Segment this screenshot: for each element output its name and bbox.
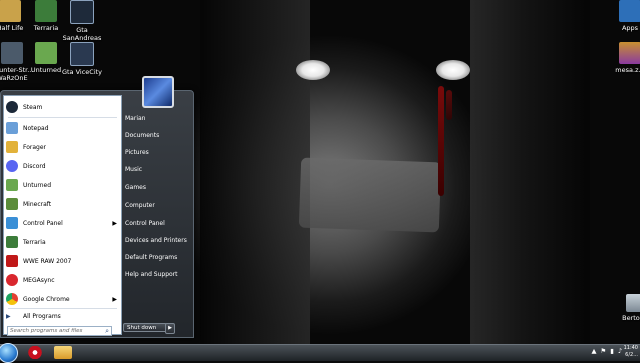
place-computer[interactable]: Computer xyxy=(125,200,155,212)
discord-icon xyxy=(6,160,18,172)
desktop-icon-gta-sa[interactable]: Gta SanAndreas xyxy=(56,0,108,42)
megasync-icon xyxy=(6,274,18,286)
user-avatar[interactable] xyxy=(142,76,174,108)
gta-vc-icon xyxy=(70,42,94,66)
place-documents[interactable]: Documents xyxy=(125,130,159,142)
program-steam[interactable]: Steam xyxy=(4,98,121,116)
wallpaper-eye-left xyxy=(296,60,330,80)
control-panel-icon xyxy=(6,217,18,229)
shutdown-options-chevron-icon[interactable]: ▶ xyxy=(165,323,175,334)
action-center-flag-icon[interactable]: ⚑ xyxy=(600,347,606,355)
place-help-support[interactable]: Help and Support xyxy=(125,269,178,281)
search-icon[interactable]: ⌕ xyxy=(105,327,109,336)
desktop-icon-mesa[interactable]: mesa.z... xyxy=(604,42,640,74)
program-megasync[interactable]: MEGAsync xyxy=(4,271,121,289)
place-devices-printers[interactable]: Devices and Printers xyxy=(125,235,187,247)
program-notepad[interactable]: Notepad xyxy=(4,119,121,137)
place-pictures[interactable]: Pictures xyxy=(125,147,149,159)
wwe-icon xyxy=(6,255,18,267)
place-music[interactable]: Music xyxy=(125,164,142,176)
gta-sa-icon xyxy=(70,0,94,24)
wallpaper-eye-right xyxy=(436,60,470,80)
recycle-bin-icon xyxy=(626,294,640,312)
program-wwe-raw[interactable]: WWE RAW 2007 xyxy=(4,252,121,270)
program-minecraft[interactable]: Minecraft xyxy=(4,195,121,213)
search-input[interactable]: Search programs and files ⌕ xyxy=(7,326,112,336)
wallpaper-hair-right xyxy=(470,0,590,344)
place-default-programs[interactable]: Default Programs xyxy=(125,252,177,264)
start-menu-programs-pane: Steam Notepad Forager Discord Unturned M… xyxy=(3,95,122,336)
program-terraria[interactable]: Terraria xyxy=(4,233,121,251)
half-life-icon xyxy=(0,0,21,22)
wallpaper-blood-streak-2 xyxy=(446,90,452,120)
chevron-right-icon: ▶ xyxy=(112,295,117,303)
program-unturned[interactable]: Unturned xyxy=(4,176,121,194)
terraria-icon xyxy=(35,0,57,22)
wallpaper-hair-left xyxy=(200,0,310,344)
program-control-panel[interactable]: Control Panel ▶ xyxy=(4,214,121,232)
show-hidden-icons-icon[interactable]: ▲ xyxy=(591,347,596,355)
apps-icon xyxy=(619,0,640,22)
opera-icon[interactable] xyxy=(26,346,44,359)
terraria-icon xyxy=(6,236,18,248)
chrome-icon xyxy=(6,293,18,305)
network-icon[interactable]: ▮ xyxy=(610,347,614,355)
place-user[interactable]: Marian xyxy=(125,113,145,125)
wallpaper-blood-streak xyxy=(438,86,444,196)
minecraft-icon xyxy=(6,198,18,210)
desktop-icon-gta-vc[interactable]: Gta ViceCity xyxy=(56,42,108,76)
forager-icon xyxy=(6,141,18,153)
wallpaper-tape xyxy=(298,157,442,233)
notepad-icon xyxy=(6,122,18,134)
desktop-icon-recycle-bin[interactable]: Berto... xyxy=(608,294,640,322)
winrar-archive-icon xyxy=(619,42,640,64)
start-menu: Steam Notepad Forager Discord Unturned M… xyxy=(0,76,194,338)
program-google-chrome[interactable]: Google Chrome ▶ xyxy=(4,290,121,308)
all-programs-button[interactable]: ▶ All Programs xyxy=(4,309,121,323)
program-discord[interactable]: Discord xyxy=(4,157,121,175)
separator xyxy=(8,117,117,118)
shutdown-button[interactable]: Shut down ▶ xyxy=(123,323,175,334)
desktop-icon-apps[interactable]: Apps xyxy=(604,0,640,32)
file-explorer-icon[interactable] xyxy=(54,346,72,359)
chevron-right-icon: ▶ xyxy=(6,312,11,320)
steam-icon xyxy=(6,101,18,113)
unturned-icon xyxy=(35,42,57,64)
unturned-icon xyxy=(6,179,18,191)
place-games[interactable]: Games xyxy=(125,182,146,194)
clock[interactable]: 11:40 6/2... xyxy=(620,345,638,359)
chevron-right-icon: ▶ xyxy=(112,219,117,227)
taskbar: ▲ ⚑ ▮ ♪ 11:40 6/2... xyxy=(0,343,640,363)
program-forager[interactable]: Forager xyxy=(4,138,121,156)
place-control-panel[interactable]: Control Panel xyxy=(125,218,165,230)
start-orb-icon[interactable] xyxy=(0,343,18,363)
system-tray: ▲ ⚑ ▮ ♪ xyxy=(591,347,622,355)
